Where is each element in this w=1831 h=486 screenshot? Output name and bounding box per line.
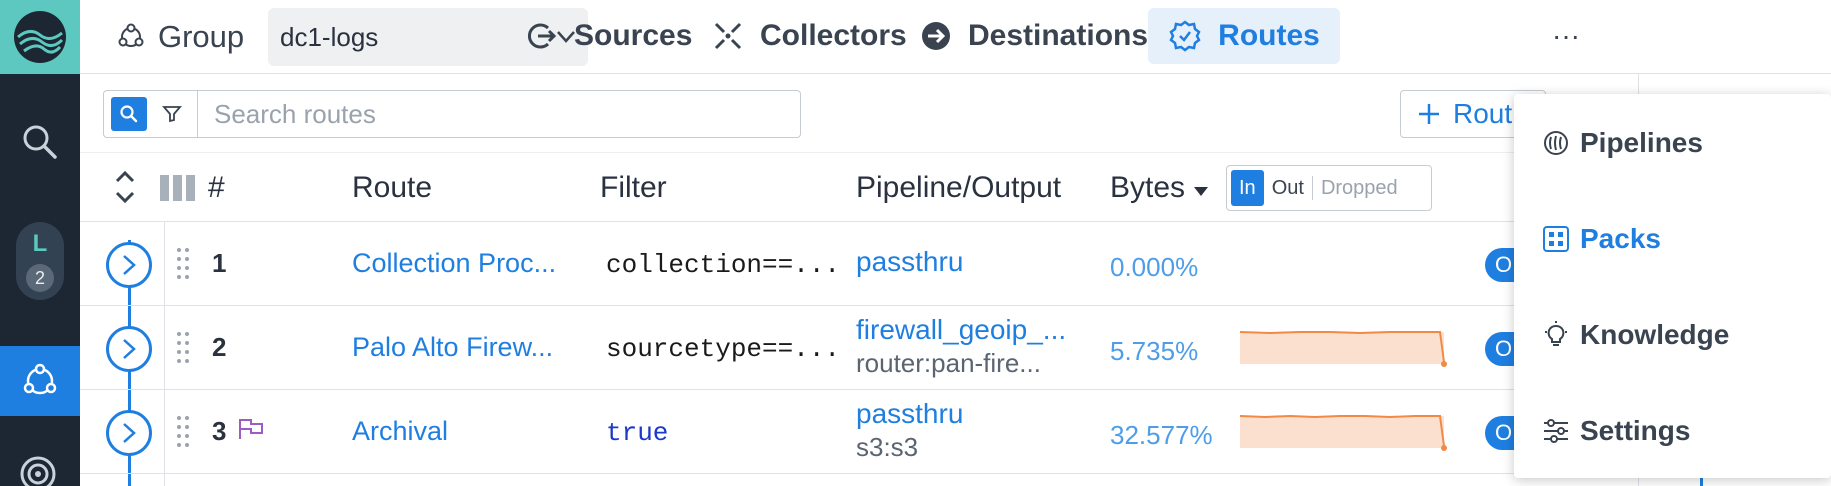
- tab-routes-label: Routes: [1218, 19, 1320, 52]
- knowledge-icon: [1545, 321, 1567, 346]
- chevron-right-icon: [123, 423, 136, 443]
- table-row[interactable]: 2 Palo Alto Firew... sourcetype==... fir…: [80, 306, 1530, 390]
- more-label: ···: [1552, 20, 1580, 51]
- tab-routes[interactable]: Routes: [1148, 8, 1340, 64]
- filter-icon: [162, 106, 182, 123]
- menu-item-knowledge[interactable]: Knowledge: [1542, 310, 1729, 360]
- sources-icon: [528, 23, 557, 49]
- pipelines-icon: [1544, 131, 1568, 155]
- row-number: 3: [212, 416, 227, 446]
- more-dropdown-menu: Pipelines Packs Knowledge Settings: [1514, 94, 1831, 478]
- left-nav-rail: L 2: [0, 0, 80, 486]
- toggle-in[interactable]: In: [1231, 170, 1264, 206]
- more-menu-button[interactable]: ···: [1544, 14, 1588, 58]
- row-expand-button[interactable]: [106, 326, 152, 372]
- menu-item-label: Packs: [1580, 223, 1661, 254]
- column-bytes-label: Bytes: [1110, 171, 1186, 204]
- menu-item-label: Knowledge: [1580, 319, 1730, 350]
- table-header: # Route Filter Pipeline/Output Bytes In …: [80, 152, 1530, 222]
- filter-button[interactable]: [154, 97, 190, 131]
- bytes-percent: 5.735%: [1110, 336, 1199, 366]
- route-filter: collection==...: [606, 250, 841, 280]
- flag-icon: [239, 419, 263, 439]
- badge-count: 2: [26, 264, 54, 292]
- search-button[interactable]: [111, 97, 147, 131]
- search-icon[interactable]: [18, 120, 62, 164]
- bytes-percent: 0.000%: [1110, 252, 1199, 282]
- pipeline-link[interactable]: firewall_geoip_...: [856, 314, 1066, 346]
- tab-destinations-label: Destinations: [968, 19, 1149, 52]
- tab-sources[interactable]: Sources: [512, 8, 706, 64]
- table-row[interactable]: 1 Collection Proc... collection==... pas…: [80, 222, 1530, 306]
- drag-handle-icon[interactable]: [176, 246, 190, 282]
- row-expand-button[interactable]: [106, 410, 152, 456]
- route-filter: sourcetype==...: [606, 334, 841, 364]
- search-icon: [120, 105, 138, 123]
- toggle-out[interactable]: Out: [1264, 170, 1312, 206]
- bytes-mode-toggle: In Out Dropped: [1226, 165, 1432, 211]
- add-route-label: Rout: [1453, 98, 1513, 129]
- monitoring-icon[interactable]: [16, 448, 64, 486]
- settings-icon: [1544, 419, 1568, 443]
- column-bytes[interactable]: Bytes: [1110, 171, 1209, 205]
- pipeline-link[interactable]: passthru: [856, 246, 963, 278]
- top-bar: Group dc1-logs Sources Collectors Destin…: [80, 0, 1831, 74]
- tab-collectors[interactable]: Collectors: [698, 8, 921, 64]
- row-number: 2: [212, 332, 227, 362]
- route-name-link[interactable]: Palo Alto Firew...: [352, 332, 553, 363]
- destinations-icon: [922, 22, 950, 50]
- output-name: s3:s3: [856, 432, 919, 462]
- menu-item-settings[interactable]: Settings: [1542, 406, 1690, 456]
- packs-icon: [1543, 226, 1569, 252]
- row-expand-button[interactable]: [106, 242, 152, 288]
- plus-icon: [1419, 104, 1439, 124]
- chevron-right-icon: [123, 255, 136, 275]
- logo-icon: [14, 11, 66, 63]
- group-label-text: Group: [158, 19, 245, 54]
- column-pipeline-output[interactable]: Pipeline/Output: [856, 171, 1061, 205]
- toggle-dropped[interactable]: Dropped: [1313, 170, 1406, 206]
- badge-letter: L: [32, 230, 48, 257]
- columns-icon[interactable]: [160, 175, 196, 206]
- expand-collapse-icon[interactable]: [114, 167, 136, 212]
- column-route[interactable]: Route: [352, 171, 432, 205]
- app-logo[interactable]: [0, 0, 80, 74]
- search-input[interactable]: [197, 91, 801, 137]
- groups-nav-icon[interactable]: [0, 346, 80, 416]
- leader-badge[interactable]: L 2: [16, 222, 64, 300]
- menu-item-label: Settings: [1580, 415, 1691, 446]
- routes-icon: [1169, 20, 1201, 52]
- drag-handle-icon[interactable]: [176, 330, 190, 366]
- route-name-link[interactable]: Collection Proc...: [352, 248, 556, 279]
- group-label: Group: [116, 14, 244, 60]
- column-filter[interactable]: Filter: [600, 171, 667, 205]
- caret-down-icon: [1194, 187, 1209, 196]
- drag-handle-icon[interactable]: [176, 414, 190, 450]
- group-icon: [118, 23, 144, 47]
- group-select-value: dc1-logs: [280, 21, 379, 52]
- menu-item-label: Pipelines: [1580, 127, 1703, 158]
- bytes-sparkline: [1240, 331, 1447, 367]
- menu-item-packs[interactable]: Packs: [1542, 214, 1661, 264]
- menu-item-pipelines[interactable]: Pipelines: [1542, 118, 1703, 168]
- column-num: #: [208, 171, 225, 204]
- tab-destinations[interactable]: Destinations: [906, 8, 1162, 64]
- bytes-percent: 32.577%: [1110, 420, 1213, 450]
- chevron-right-icon: [123, 339, 136, 359]
- table-row[interactable]: 3 Archival true passthru s3:s3 32.577% O: [80, 390, 1530, 474]
- pipeline-link[interactable]: passthru: [856, 398, 963, 430]
- route-name-link[interactable]: Archival: [352, 416, 448, 447]
- search-box: [103, 90, 801, 138]
- row-number: 1: [212, 248, 227, 278]
- tab-sources-label: Sources: [574, 19, 693, 52]
- tab-collectors-label: Collectors: [760, 19, 907, 52]
- output-name: router:pan-fire...: [856, 348, 1041, 378]
- collectors-icon: [714, 22, 742, 50]
- route-filter: true: [606, 418, 669, 448]
- bytes-sparkline: [1240, 414, 1447, 451]
